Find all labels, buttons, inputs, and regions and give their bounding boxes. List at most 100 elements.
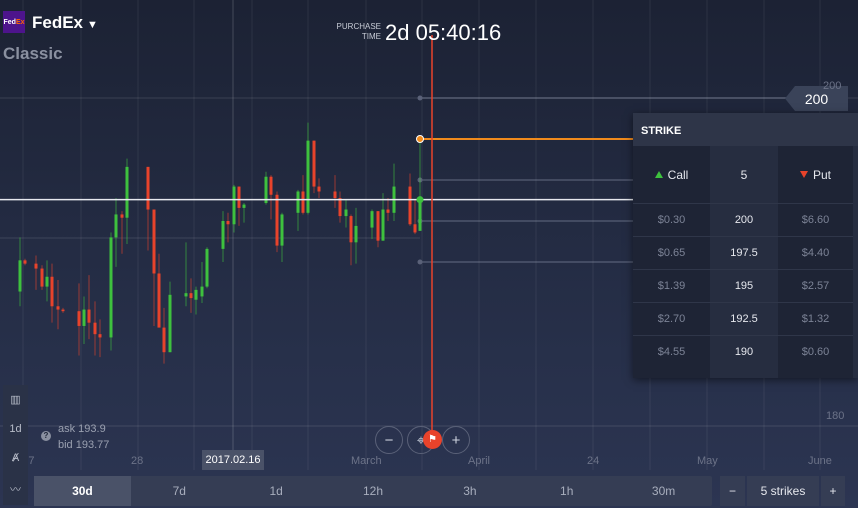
call-price[interactable]: $1.39 (633, 269, 710, 302)
strike-value[interactable]: 195 (710, 269, 778, 302)
candle-body (237, 186, 241, 208)
candle-body (146, 166, 150, 210)
candle-body (152, 209, 156, 274)
call-header[interactable]: Call (633, 146, 710, 203)
drawing-tool-icon[interactable]: Ⱥ (12, 452, 19, 464)
call-price[interactable]: $4.55 (633, 335, 710, 368)
candlestick-chart-icon[interactable]: ▥ (10, 393, 20, 406)
strike-title: STRIKE (633, 113, 858, 146)
candle-body (114, 214, 118, 238)
candle-body (194, 289, 198, 300)
purchase-time-label: PURCHASE TIME (336, 22, 381, 42)
candle-body (34, 263, 38, 269)
timeframe-30d[interactable]: 30d (34, 476, 131, 506)
candle-body (370, 211, 374, 228)
candle-body (205, 248, 209, 287)
call-price[interactable]: $2.70 (633, 302, 710, 335)
strike-dot (417, 259, 423, 265)
strike-value[interactable]: 190 (710, 335, 778, 368)
timeframe-selector: 30d 7d 1d 12h 3h 1h 30m (34, 476, 712, 506)
call-price[interactable]: $0.30 (633, 203, 710, 236)
candle-body (221, 221, 225, 249)
candle-body (408, 186, 412, 225)
candle-body (376, 211, 380, 241)
put-price[interactable]: $6.60 (778, 203, 853, 236)
put-price[interactable]: $0.60 (778, 335, 853, 368)
strike-value[interactable]: 192.5 (710, 302, 778, 335)
x-tick: April (468, 455, 491, 467)
candle-body (61, 309, 65, 312)
selected-strike-dot (416, 135, 424, 143)
call-price[interactable]: $0.65 (633, 236, 710, 269)
chevron-down-icon: ▼ (87, 19, 98, 31)
bid-price: bid 193.77 (58, 439, 110, 451)
indicators-icon[interactable]: 〰 (10, 481, 21, 497)
candle-body (50, 276, 54, 307)
candle-body (109, 237, 113, 338)
candle-body (354, 225, 358, 243)
x-tick: May (697, 455, 718, 467)
interval-button[interactable]: 1d (9, 423, 21, 435)
put-header[interactable]: Put (778, 146, 853, 203)
zoom-out-button[interactable]: − (375, 426, 403, 454)
candle-body (386, 209, 390, 213)
candle-body (98, 334, 102, 338)
y-tick-200: 200 (823, 80, 842, 92)
expiry-flag-icon[interactable]: ⚑ (423, 430, 442, 449)
cursor-date-tooltip: 2017.02.16 (202, 450, 264, 470)
candle-body (317, 186, 321, 192)
strikes-value: 5 strikes (747, 476, 819, 506)
strike-dot (417, 95, 423, 101)
strike-panel: STRIKE Call $0.30 $0.65 $1.39 $2.70 $4.5… (633, 113, 858, 378)
candle-body (125, 166, 129, 218)
purchase-label: PURCHASE (336, 22, 381, 31)
quote-info: ask 193.9 bid 193.77 (58, 421, 109, 453)
purchase-time-value: 2d 05:40:16 (385, 20, 502, 45)
candle-body (226, 221, 230, 225)
strikes-minus-button[interactable]: − (720, 476, 745, 506)
left-toolbar: ▥ 1d Ⱥ 〰 (3, 385, 28, 505)
strikes-plus-button[interactable]: + (821, 476, 845, 506)
put-price[interactable]: $1.32 (778, 302, 853, 335)
candle-body (40, 268, 44, 287)
x-tick: June (808, 455, 832, 467)
candle-body (189, 293, 193, 299)
candle-body (157, 273, 161, 328)
candle-body (275, 194, 279, 246)
timeframe-12h[interactable]: 12h (325, 476, 422, 506)
strike-value[interactable]: 197.5 (710, 236, 778, 269)
ask-price: ask 193.9 (58, 423, 106, 435)
strikes-control: − 5 strikes + (720, 476, 845, 506)
candle-body (296, 191, 300, 213)
candle-body (418, 199, 422, 231)
candle-body (269, 176, 273, 195)
candle-body (23, 260, 27, 264)
fedex-logo: Fed Ex (3, 11, 25, 33)
candle-body (232, 186, 236, 225)
timeframe-3h[interactable]: 3h (421, 476, 518, 506)
help-icon[interactable]: ? (41, 431, 51, 441)
candle-body (349, 216, 353, 243)
candle-body (82, 309, 86, 326)
candle-body (77, 311, 81, 326)
candle-body (168, 294, 172, 353)
timeframe-7d[interactable]: 7d (131, 476, 228, 506)
candle-body (381, 209, 385, 241)
candle-body (280, 214, 284, 246)
strike-count: 5 (740, 167, 748, 182)
strike-value[interactable]: 200 (710, 203, 778, 236)
put-price[interactable]: $4.40 (778, 236, 853, 269)
candle-body (56, 306, 60, 310)
candle-body (93, 322, 97, 335)
candle-body (333, 191, 337, 199)
down-arrow-icon (799, 171, 808, 178)
timeframe-1h[interactable]: 1h (518, 476, 615, 506)
candle-body (312, 140, 316, 187)
call-label: Call (667, 167, 689, 182)
option-type: Classic (3, 44, 63, 63)
asset-selector[interactable]: FedEx ▼ (32, 13, 98, 33)
timeframe-30m[interactable]: 30m (615, 476, 712, 506)
zoom-in-button[interactable]: + (442, 426, 470, 454)
put-price[interactable]: $2.57 (778, 269, 853, 302)
timeframe-1d[interactable]: 1d (228, 476, 325, 506)
